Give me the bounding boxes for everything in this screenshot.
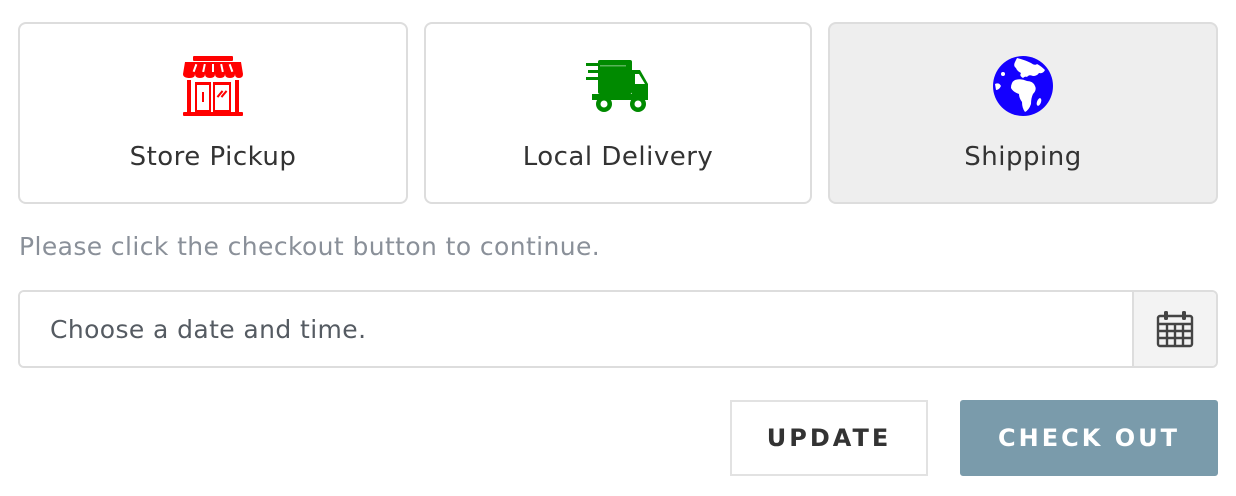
checkout-hint-text: Please click the checkout button to cont… — [19, 232, 601, 261]
globe-icon — [991, 54, 1055, 118]
option-label: Store Pickup — [129, 142, 297, 172]
date-time-input[interactable] — [20, 292, 1132, 366]
option-store-pickup[interactable]: Store Pickup — [18, 22, 408, 204]
option-local-delivery[interactable]: Local Delivery — [424, 22, 812, 204]
checkout-delivery-panel: Store Pickup Local Delivery Shipping Ple… — [0, 0, 1236, 496]
calendar-button[interactable] — [1132, 292, 1216, 366]
option-label: Local Delivery — [522, 142, 714, 172]
checkout-button[interactable]: CHECK OUT — [960, 400, 1218, 476]
calendar-icon — [1156, 311, 1194, 348]
date-time-picker — [18, 290, 1218, 368]
option-label: Shipping — [964, 142, 1082, 172]
update-button[interactable]: UPDATE — [730, 400, 928, 476]
delivery-options: Store Pickup Local Delivery Shipping — [18, 22, 1218, 208]
delivery-truck-icon — [586, 54, 650, 118]
option-shipping[interactable]: Shipping — [828, 22, 1218, 204]
store-icon — [181, 54, 245, 118]
